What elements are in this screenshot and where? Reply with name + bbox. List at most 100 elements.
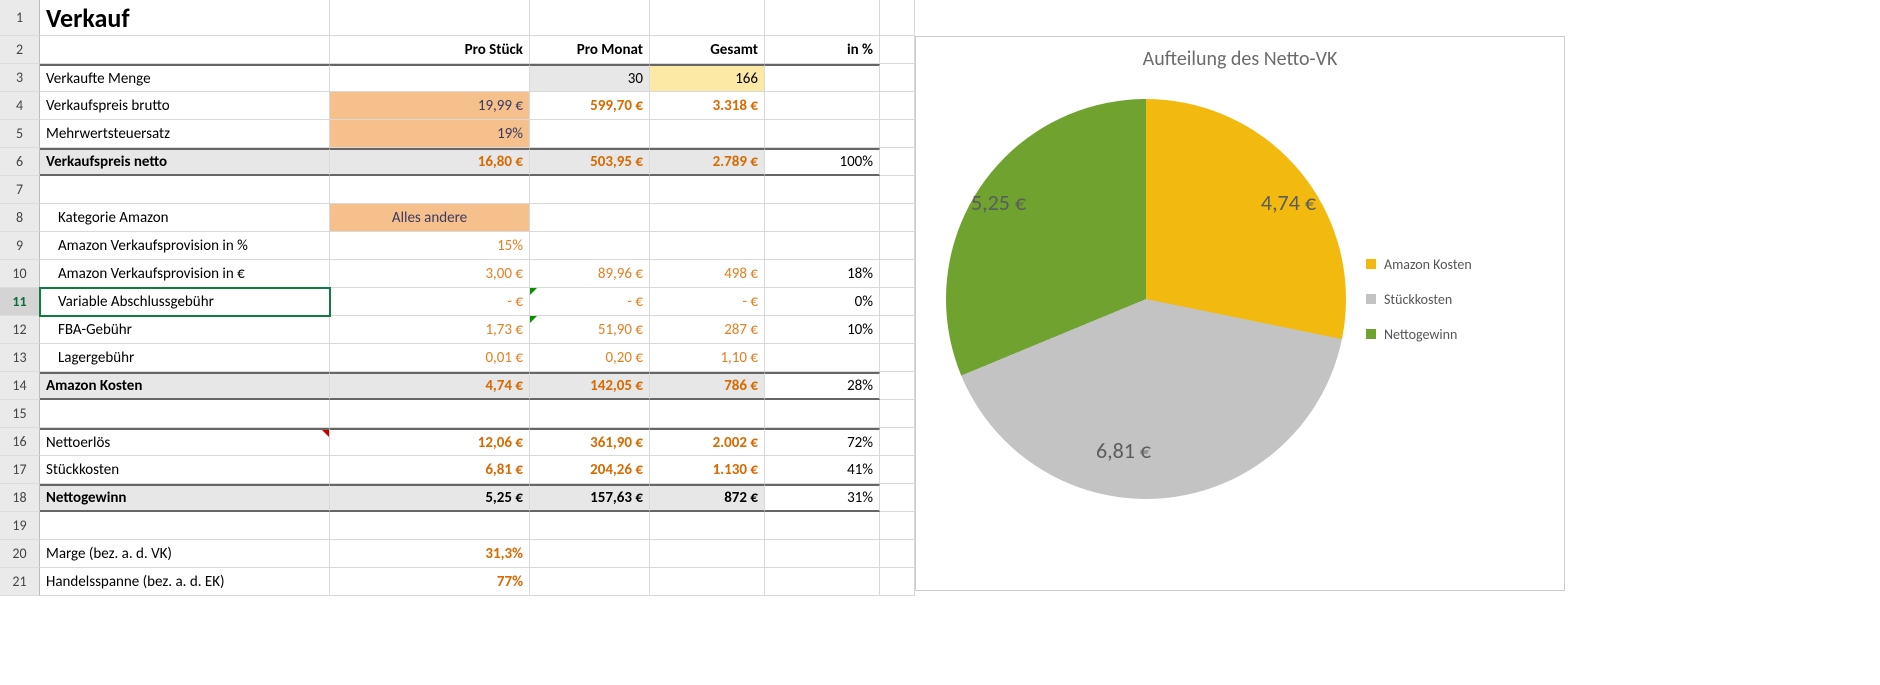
pie-chart: 4,74 € 6,81 € 5,25 € [926, 79, 1366, 519]
label-nettogewinn[interactable]: Nettogewinn [40, 484, 330, 512]
cell[interactable]: 31% [765, 484, 880, 512]
row-header[interactable]: 12 [0, 316, 40, 344]
row-header[interactable]: 9 [0, 232, 40, 260]
row-header[interactable]: 15 [0, 400, 40, 428]
cell[interactable]: 6,81 € [330, 456, 530, 484]
cell[interactable]: 0% [765, 288, 880, 316]
cell[interactable]: 498 € [650, 260, 765, 288]
pie-label-amazon: 4,74 € [1261, 189, 1316, 216]
label-verkaufte-menge[interactable]: Verkaufte Menge [40, 64, 330, 92]
cell[interactable]: 77% [330, 568, 530, 596]
cell[interactable]: 41% [765, 456, 880, 484]
label-vk-brutto[interactable]: Verkaufspreis brutto [40, 92, 330, 120]
row-header[interactable]: 1 [0, 0, 40, 36]
cell[interactable]: 2.002 € [650, 428, 765, 456]
cell[interactable]: 0,01 € [330, 344, 530, 372]
col-header-pro-monat[interactable]: Pro Monat [530, 36, 650, 64]
row-header[interactable]: 13 [0, 344, 40, 372]
label-kategorie[interactable]: Kategorie Amazon [40, 204, 330, 232]
legend-item-amazon: Amazon Kosten [1366, 256, 1472, 273]
label-nettoerloes[interactable]: Nettoerlös [40, 428, 330, 456]
cell[interactable]: 2.789 € [650, 148, 765, 176]
cell[interactable]: 599,70 € [530, 92, 650, 120]
pie-label-stueck: 6,81 € [1096, 437, 1151, 464]
cell[interactable]: - € [650, 288, 765, 316]
cell[interactable]: 89,96 € [530, 260, 650, 288]
cell[interactable]: 19% [330, 120, 530, 148]
row-header[interactable]: 18 [0, 484, 40, 512]
cell[interactable]: 142,05 € [530, 372, 650, 400]
legend-item-stueck: Stückkosten [1366, 291, 1472, 308]
cell[interactable]: 0,20 € [530, 344, 650, 372]
cell[interactable]: 3.318 € [650, 92, 765, 120]
selected-cell[interactable]: Variable Abschlussgebühr [40, 288, 330, 316]
label-lager[interactable]: Lagergebühr [40, 344, 330, 372]
cell[interactable]: 16,80 € [330, 148, 530, 176]
legend-swatch-netto [1366, 329, 1376, 339]
spreadsheet-grid[interactable]: 1 Verkauf 2 Pro Stück Pro Monat Gesamt i… [0, 0, 915, 685]
cell[interactable]: 287 € [650, 316, 765, 344]
pie-chart-panel[interactable]: Aufteilung des Netto-VK 4,74 € 6,81 € 5,… [915, 36, 1565, 591]
cell[interactable]: - € [530, 288, 650, 316]
row-header[interactable]: 6 [0, 148, 40, 176]
row-header[interactable]: 10 [0, 260, 40, 288]
cell[interactable]: 872 € [650, 484, 765, 512]
sheet-title[interactable]: Verkauf [40, 0, 330, 36]
cell[interactable]: 5,25 € [330, 484, 530, 512]
cell[interactable]: 361,90 € [530, 428, 650, 456]
cell[interactable]: 4,74 € [330, 372, 530, 400]
cell[interactable]: 3,00 € [330, 260, 530, 288]
row-header[interactable]: 21 [0, 568, 40, 596]
pie-label-netto: 5,25 € [971, 189, 1026, 216]
row-header[interactable]: 3 [0, 64, 40, 92]
label-amazon-kosten[interactable]: Amazon Kosten [40, 372, 330, 400]
row-header[interactable]: 5 [0, 120, 40, 148]
cell[interactable]: 786 € [650, 372, 765, 400]
row-header[interactable]: 8 [0, 204, 40, 232]
cell[interactable]: 51,90 € [530, 316, 650, 344]
cell[interactable]: 15% [330, 232, 530, 260]
cell[interactable]: 1,73 € [330, 316, 530, 344]
legend-swatch-amazon [1366, 259, 1376, 269]
legend-item-netto: Nettogewinn [1366, 326, 1472, 343]
row-header[interactable]: 20 [0, 540, 40, 568]
cell[interactable]: 72% [765, 428, 880, 456]
cell[interactable]: 204,26 € [530, 456, 650, 484]
label-marge[interactable]: Marge (bez. a. d. VK) [40, 540, 330, 568]
cell[interactable]: 31,3% [330, 540, 530, 568]
row-header[interactable]: 11 [0, 288, 40, 316]
cell[interactable]: 1,10 € [650, 344, 765, 372]
label-fba[interactable]: FBA-Gebühr [40, 316, 330, 344]
chart-legend: Amazon Kosten Stückkosten Nettogewinn [1366, 79, 1472, 519]
cell[interactable]: - € [330, 288, 530, 316]
row-header[interactable]: 4 [0, 92, 40, 120]
cell[interactable]: 19,99 € [330, 92, 530, 120]
cell[interactable]: Alles andere [330, 204, 530, 232]
col-header-pro-stueck[interactable]: Pro Stück [330, 36, 530, 64]
col-header-gesamt[interactable]: Gesamt [650, 36, 765, 64]
legend-swatch-stueck [1366, 294, 1376, 304]
cell[interactable]: 166 [650, 64, 765, 92]
label-mwst[interactable]: Mehrwertsteuersatz [40, 120, 330, 148]
row-header[interactable]: 2 [0, 36, 40, 64]
cell[interactable]: 12,06 € [330, 428, 530, 456]
cell[interactable]: 100% [765, 148, 880, 176]
label-stueckkosten[interactable]: Stückkosten [40, 456, 330, 484]
cell[interactable]: 30 [530, 64, 650, 92]
row-header[interactable]: 19 [0, 512, 40, 540]
row-header[interactable]: 7 [0, 176, 40, 204]
label-provision-eur[interactable]: Amazon Verkaufsprovision in € [40, 260, 330, 288]
cell[interactable]: 18% [765, 260, 880, 288]
row-header[interactable]: 17 [0, 456, 40, 484]
label-provision-pct[interactable]: Amazon Verkaufsprovision in % [40, 232, 330, 260]
cell[interactable]: 28% [765, 372, 880, 400]
row-header[interactable]: 14 [0, 372, 40, 400]
label-vk-netto[interactable]: Verkaufspreis netto [40, 148, 330, 176]
row-header[interactable]: 16 [0, 428, 40, 456]
label-handelsspanne[interactable]: Handelsspanne (bez. a. d. EK) [40, 568, 330, 596]
col-header-in-percent[interactable]: in % [765, 36, 880, 64]
cell[interactable]: 157,63 € [530, 484, 650, 512]
cell[interactable]: 1.130 € [650, 456, 765, 484]
cell[interactable]: 503,95 € [530, 148, 650, 176]
cell[interactable]: 10% [765, 316, 880, 344]
